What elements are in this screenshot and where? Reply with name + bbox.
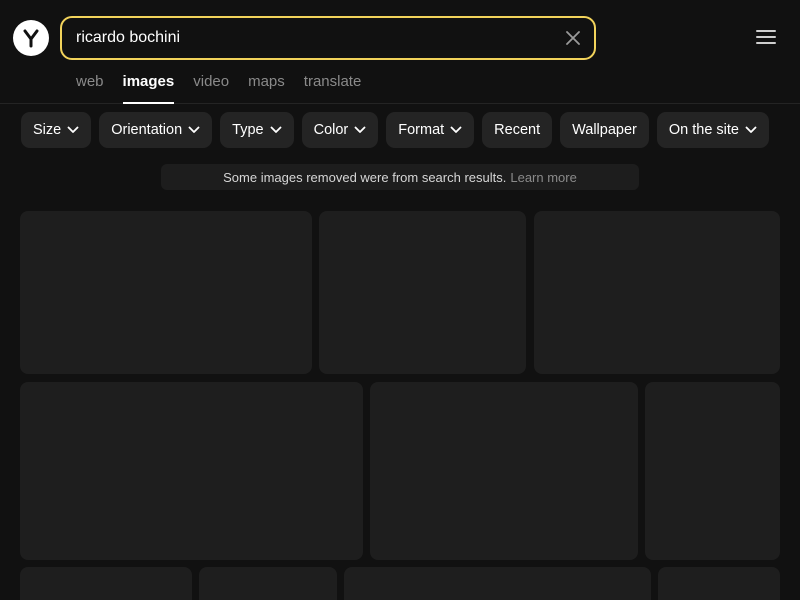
image-result[interactable] [20,211,312,374]
image-result[interactable] [370,382,638,560]
image-result[interactable] [658,567,780,600]
header: web images video maps translate [0,0,800,104]
filter-label: Wallpaper [572,122,637,138]
filter-format-button[interactable]: Format [386,112,475,148]
tab-maps[interactable]: maps [248,72,285,104]
search-tabs: web images video maps translate [76,72,380,104]
filter-label: Recent [494,122,541,138]
chevron-down-icon [188,126,200,133]
tab-web[interactable]: web [76,72,104,104]
filter-label: Format [398,122,445,138]
filter-label: Color [313,122,349,138]
chevron-down-icon [354,126,366,133]
chevron-down-icon [67,126,79,133]
search-input[interactable] [76,18,556,58]
tab-images[interactable]: images [122,72,174,104]
filter-label: Type [232,122,264,138]
image-result[interactable] [20,382,363,560]
filter-recent-button[interactable]: Recent [482,112,553,148]
filter-label: Orientation [111,122,183,138]
image-result[interactable] [534,211,780,374]
tab-video[interactable]: video [193,72,229,104]
close-icon[interactable] [562,27,584,49]
filter-size-button[interactable]: Size [21,112,92,148]
filter-type-button[interactable]: Type [220,112,294,148]
learn-more-link[interactable]: Learn more [510,170,576,185]
image-result[interactable] [645,382,780,560]
filter-orientation-button[interactable]: Orientation [99,112,213,148]
notice-text: Some images removed were from search res… [223,169,507,185]
filter-label: Size [33,122,62,138]
filter-bar: Size Orientation Type Color Format Recen… [21,112,769,148]
search-box [60,16,596,60]
chevron-down-icon [270,126,281,133]
image-result[interactable] [344,567,651,600]
image-result[interactable] [319,211,526,374]
image-result[interactable] [20,567,192,600]
tab-translate[interactable]: translate [304,72,362,104]
filter-wallpaper-button[interactable]: Wallpaper [560,112,649,148]
chevron-down-icon [745,126,757,133]
image-result[interactable] [199,567,337,600]
filter-on-the-site-button[interactable]: On the site [656,112,769,148]
chevron-down-icon [450,126,462,133]
yandex-logo-icon[interactable] [13,20,49,56]
filter-label: On the site [668,122,739,138]
hamburger-menu-icon[interactable] [754,27,780,47]
removed-results-notice: Some images removed were from search res… [161,164,639,190]
filter-color-button[interactable]: Color [301,112,379,148]
